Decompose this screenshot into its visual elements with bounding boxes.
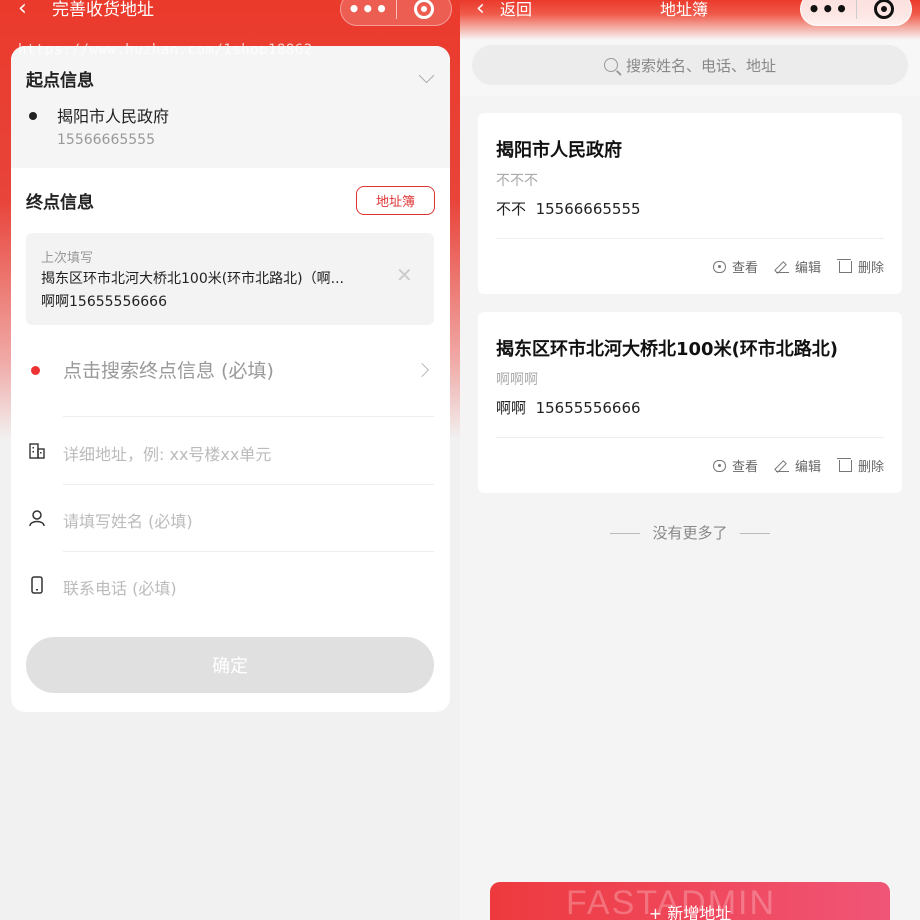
contact-phone: 15655556666 <box>535 399 641 417</box>
name-field[interactable]: 请填写姓名 (必填) <box>63 508 193 532</box>
divider <box>63 484 434 485</box>
search-placeholder: 搜索姓名、电话、地址 <box>625 56 776 75</box>
card-actions: 查看 编辑 删除 <box>712 456 884 475</box>
delete-button[interactable]: 删除 <box>836 456 884 475</box>
contact-name: 不不 <box>496 200 527 218</box>
origin-phone: 15566665555 <box>57 132 155 148</box>
trash-icon <box>836 458 852 472</box>
address-name: 揭东区环市北河大桥北100米(环市北路北) <box>496 339 839 360</box>
phone-icon <box>31 576 43 594</box>
nav-bar: ‹ 完善收货地址 ••• <box>0 0 460 26</box>
divider <box>63 551 434 552</box>
address-detail: 啊啊啊 <box>496 372 538 388</box>
address-card[interactable]: 揭阳市人民政府 不不不 不不 15566665555 查看 编辑 删除 <box>478 113 902 294</box>
divider <box>496 437 884 438</box>
search-input[interactable]: 搜索姓名、电话、地址 <box>472 45 908 85</box>
destination-search-field[interactable]: 点击搜索终点信息 (必填) <box>63 356 274 383</box>
address-name: 揭阳市人民政府 <box>496 140 622 161</box>
add-address-label: + 新增地址 <box>648 904 732 920</box>
end-of-list: 没有更多了 <box>460 522 920 543</box>
close-program-icon[interactable] <box>396 0 451 19</box>
search-icon <box>603 58 618 72</box>
more-icon[interactable]: ••• <box>801 0 856 19</box>
address-form-card: 起点信息 揭阳市人民政府 15566665555 终点信息 地址簿 上次填写 揭… <box>11 46 450 712</box>
address-contact: 不不 15566665555 <box>496 198 641 219</box>
eye-icon <box>712 260 726 273</box>
page-title: 地址簿 <box>660 0 709 19</box>
origin-name: 揭阳市人民政府 <box>57 107 170 126</box>
contact-phone: 15566665555 <box>535 200 641 218</box>
last-fill-contact: 啊啊15655556666 <box>41 294 167 310</box>
delete-button[interactable]: 删除 <box>836 257 884 276</box>
watermark-url: https://www.huzhan.com/1shop18862 <box>18 42 313 58</box>
card-actions: 查看 编辑 删除 <box>712 257 884 276</box>
fill-address-screen: ‹ 完善收货地址 ••• https://www.huzhan.com/1sho… <box>0 0 460 920</box>
mini-program-capsule: ••• <box>340 0 452 26</box>
eye-icon <box>712 459 726 472</box>
address-contact: 啊啊 15655556666 <box>496 397 641 418</box>
chevron-right-icon[interactable] <box>414 362 430 378</box>
last-fill-label: 上次填写 <box>41 251 94 266</box>
address-book-screen: ‹ 返回 地址簿 搜索姓名、电话、地址 ••• 揭阳市人民政府 不不不 不不 1… <box>460 0 920 920</box>
add-address-button[interactable]: FASTADMIN + 新增地址 <box>490 882 890 920</box>
phone-field[interactable]: 联系电话 (必填) <box>63 575 177 599</box>
view-button[interactable]: 查看 <box>712 257 758 276</box>
destination-dot-icon <box>31 366 40 375</box>
close-icon[interactable]: ✕ <box>396 265 413 285</box>
edit-button[interactable]: 编辑 <box>775 456 821 475</box>
chevron-down-icon[interactable] <box>418 67 435 84</box>
address-card[interactable]: 揭东区环市北河大桥北100米(环市北路北) 啊啊啊 啊啊 15655556666… <box>478 312 902 493</box>
last-fill-address: 揭东区环市北河大桥北100米(环市北路北)（啊... <box>41 271 344 287</box>
origin-dot-icon <box>29 112 37 120</box>
chevron-left-icon[interactable]: ‹ <box>476 0 485 21</box>
close-program-icon[interactable] <box>856 0 911 19</box>
address-detail: 不不不 <box>496 173 538 189</box>
origin-section-title: 起点信息 <box>26 71 94 91</box>
chevron-left-icon[interactable]: ‹ <box>18 0 27 21</box>
pencil-icon <box>775 261 789 273</box>
building-icon <box>29 443 45 459</box>
view-button[interactable]: 查看 <box>712 456 758 475</box>
last-fill-card[interactable]: 上次填写 揭东区环市北河大桥北100米(环市北路北)（啊... 啊啊156555… <box>26 233 434 325</box>
more-icon[interactable]: ••• <box>341 0 396 19</box>
destination-section-title: 终点信息 <box>26 193 94 215</box>
mini-program-capsule: ••• <box>800 0 912 26</box>
address-book-button[interactable]: 地址簿 <box>356 186 435 215</box>
divider <box>496 238 884 239</box>
page-title: 完善收货地址 <box>52 0 154 20</box>
divider <box>63 416 434 417</box>
confirm-button[interactable]: 确定 <box>26 637 434 693</box>
back-button[interactable]: 返回 <box>500 0 532 22</box>
origin-section[interactable]: 起点信息 揭阳市人民政府 15566665555 <box>11 46 450 168</box>
contact-name: 啊啊 <box>496 399 527 417</box>
detail-address-field[interactable]: 详细地址，例: xx号楼xx单元 <box>63 441 271 465</box>
trash-icon <box>836 259 852 273</box>
person-icon <box>29 510 45 527</box>
edit-button[interactable]: 编辑 <box>775 257 821 276</box>
pencil-icon <box>775 460 789 472</box>
